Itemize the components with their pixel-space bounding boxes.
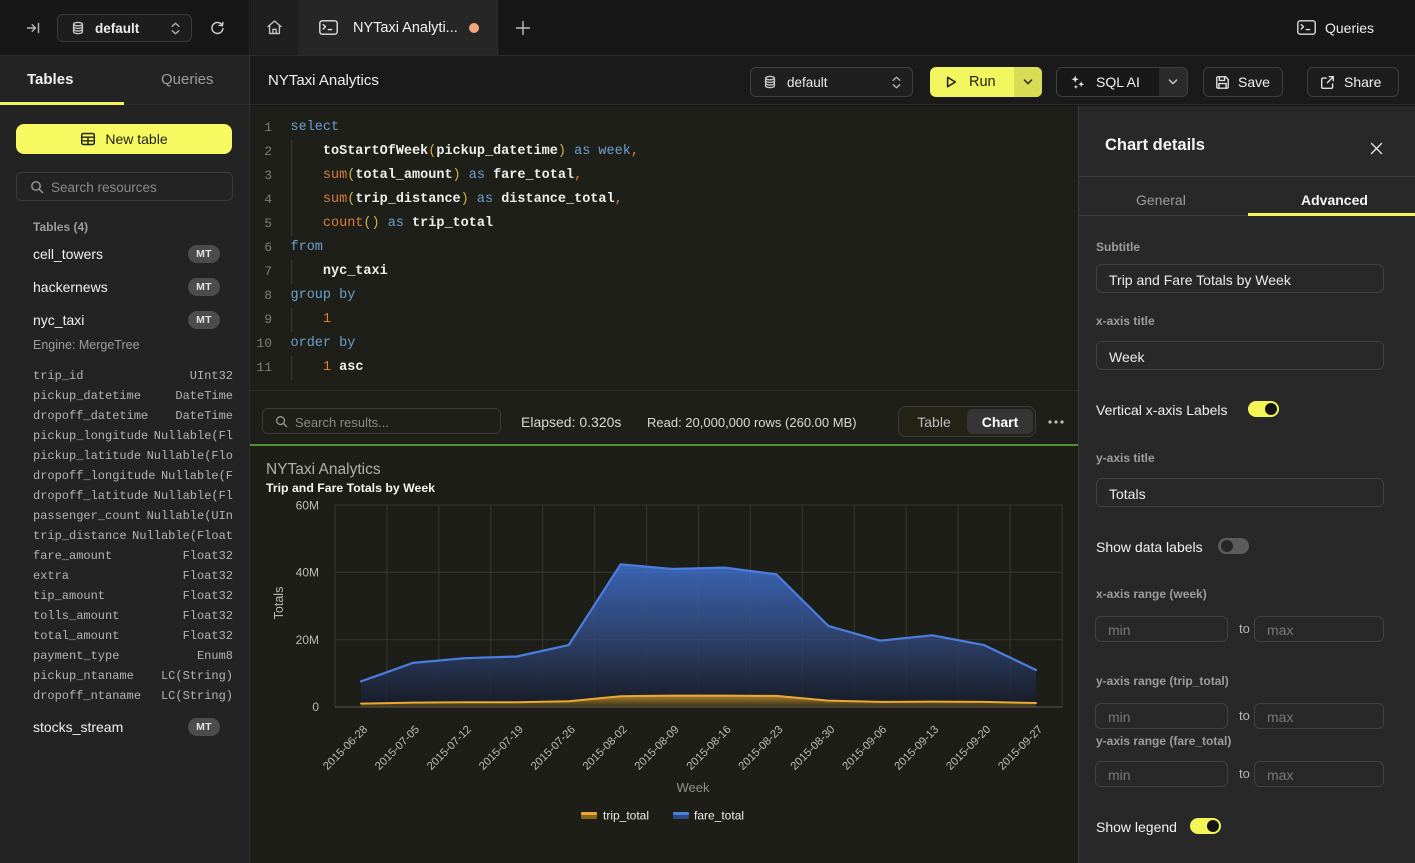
svg-text:2015-08-23: 2015-08-23 xyxy=(737,724,786,773)
svg-text:2015-09-13: 2015-09-13 xyxy=(892,724,941,773)
svg-text:2015-09-20: 2015-09-20 xyxy=(944,724,993,773)
svg-text:2015-08-09: 2015-08-09 xyxy=(633,724,682,773)
svg-text:Totals: Totals xyxy=(272,587,286,620)
svg-text:2015-09-27: 2015-09-27 xyxy=(996,724,1045,773)
svg-text:0: 0 xyxy=(312,700,319,714)
svg-text:trip_total: trip_total xyxy=(603,809,649,823)
svg-text:2015-06-28: 2015-06-28 xyxy=(321,724,370,773)
svg-text:2015-07-05: 2015-07-05 xyxy=(373,724,422,773)
svg-text:2015-07-12: 2015-07-12 xyxy=(425,724,474,773)
svg-text:2015-08-02: 2015-08-02 xyxy=(581,724,630,773)
svg-text:2015-09-06: 2015-09-06 xyxy=(840,724,889,773)
svg-text:60M: 60M xyxy=(296,498,319,512)
svg-text:NYTaxi Analytics: NYTaxi Analytics xyxy=(266,461,381,478)
svg-text:40M: 40M xyxy=(296,566,319,580)
svg-text:Trip and Fare Totals by Week: Trip and Fare Totals by Week xyxy=(266,481,435,495)
svg-text:2015-08-30: 2015-08-30 xyxy=(788,724,837,773)
svg-text:Week: Week xyxy=(677,780,710,795)
svg-text:2015-08-16: 2015-08-16 xyxy=(685,724,734,773)
svg-text:20M: 20M xyxy=(296,633,319,647)
svg-text:2015-07-26: 2015-07-26 xyxy=(529,724,578,773)
svg-text:2015-07-19: 2015-07-19 xyxy=(477,724,526,773)
svg-text:fare_total: fare_total xyxy=(694,809,744,823)
